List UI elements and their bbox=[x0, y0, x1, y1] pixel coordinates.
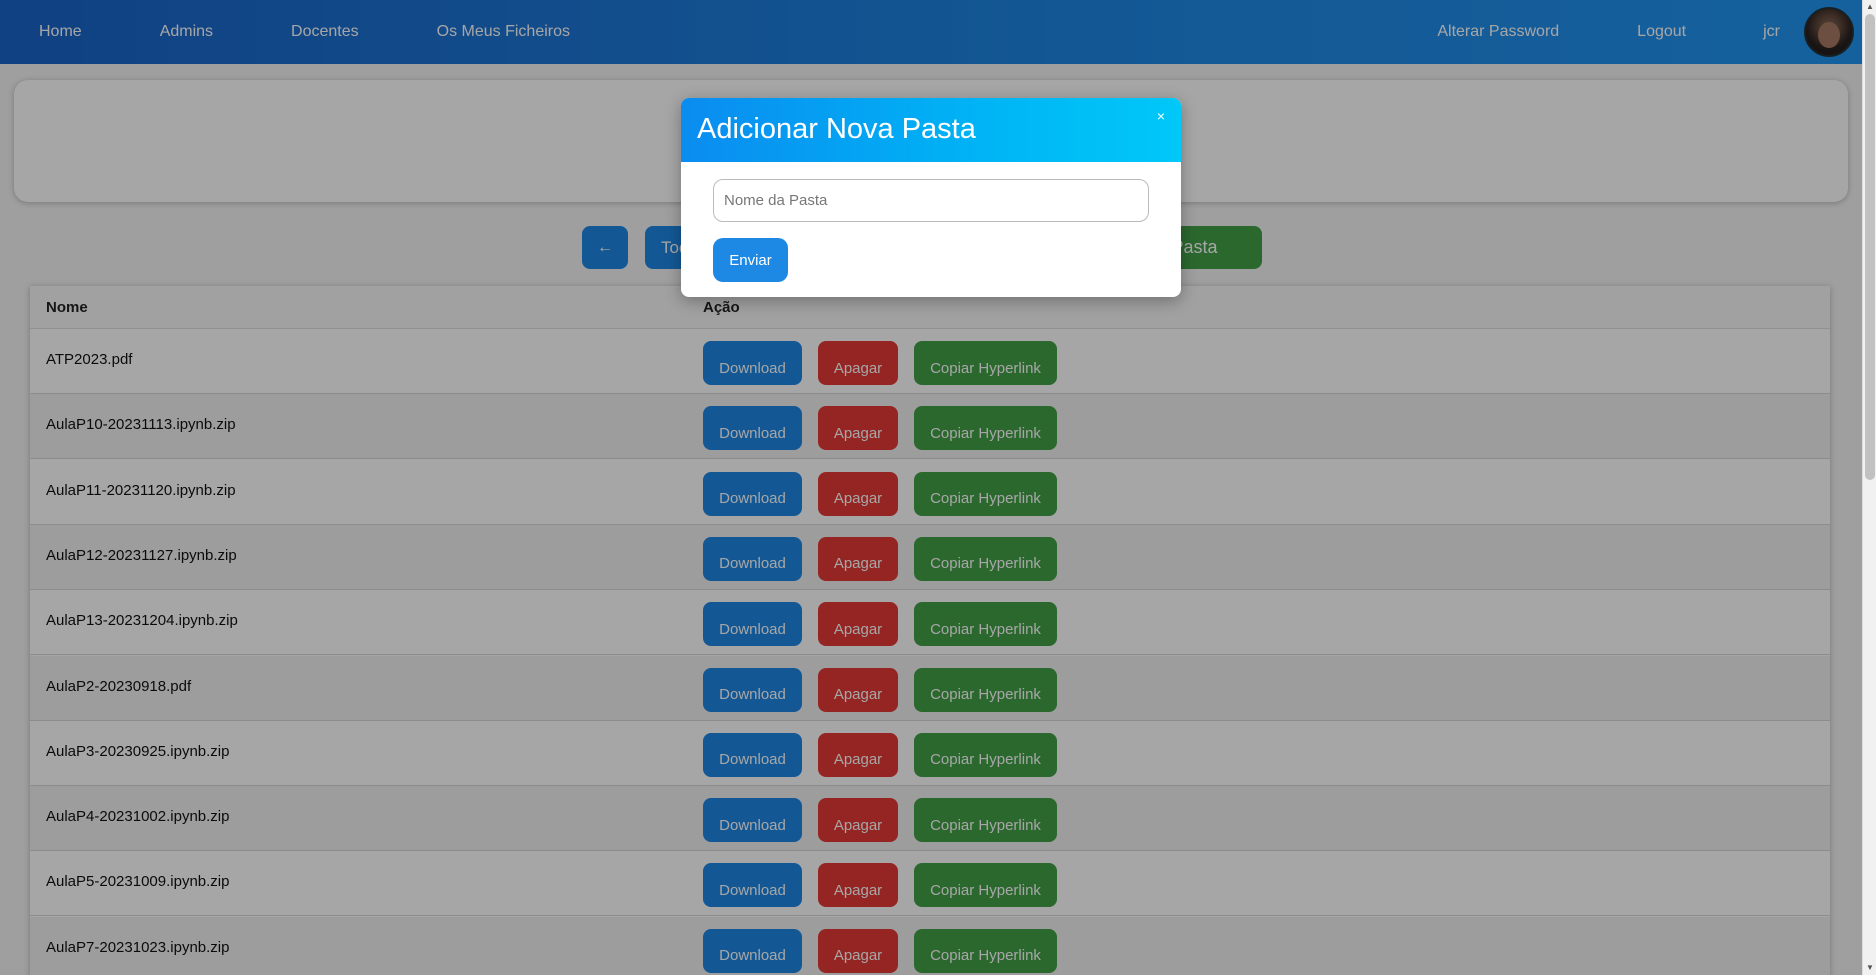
scroll-thumb[interactable] bbox=[1865, 14, 1875, 480]
scroll-down-icon[interactable]: ▼ bbox=[1863, 961, 1876, 975]
folder-name-input[interactable] bbox=[713, 179, 1149, 222]
modal-header: Adicionar Nova Pasta × bbox=[681, 98, 1181, 162]
new-folder-modal: Adicionar Nova Pasta × Enviar bbox=[681, 98, 1181, 297]
submit-button[interactable]: Enviar bbox=[713, 238, 788, 282]
modal-title: Adicionar Nova Pasta bbox=[697, 113, 976, 145]
scroll-up-icon[interactable]: ▲ bbox=[1863, 0, 1876, 14]
close-icon[interactable]: × bbox=[1157, 108, 1165, 124]
page-scrollbar[interactable]: ▲ ▼ bbox=[1862, 0, 1876, 975]
